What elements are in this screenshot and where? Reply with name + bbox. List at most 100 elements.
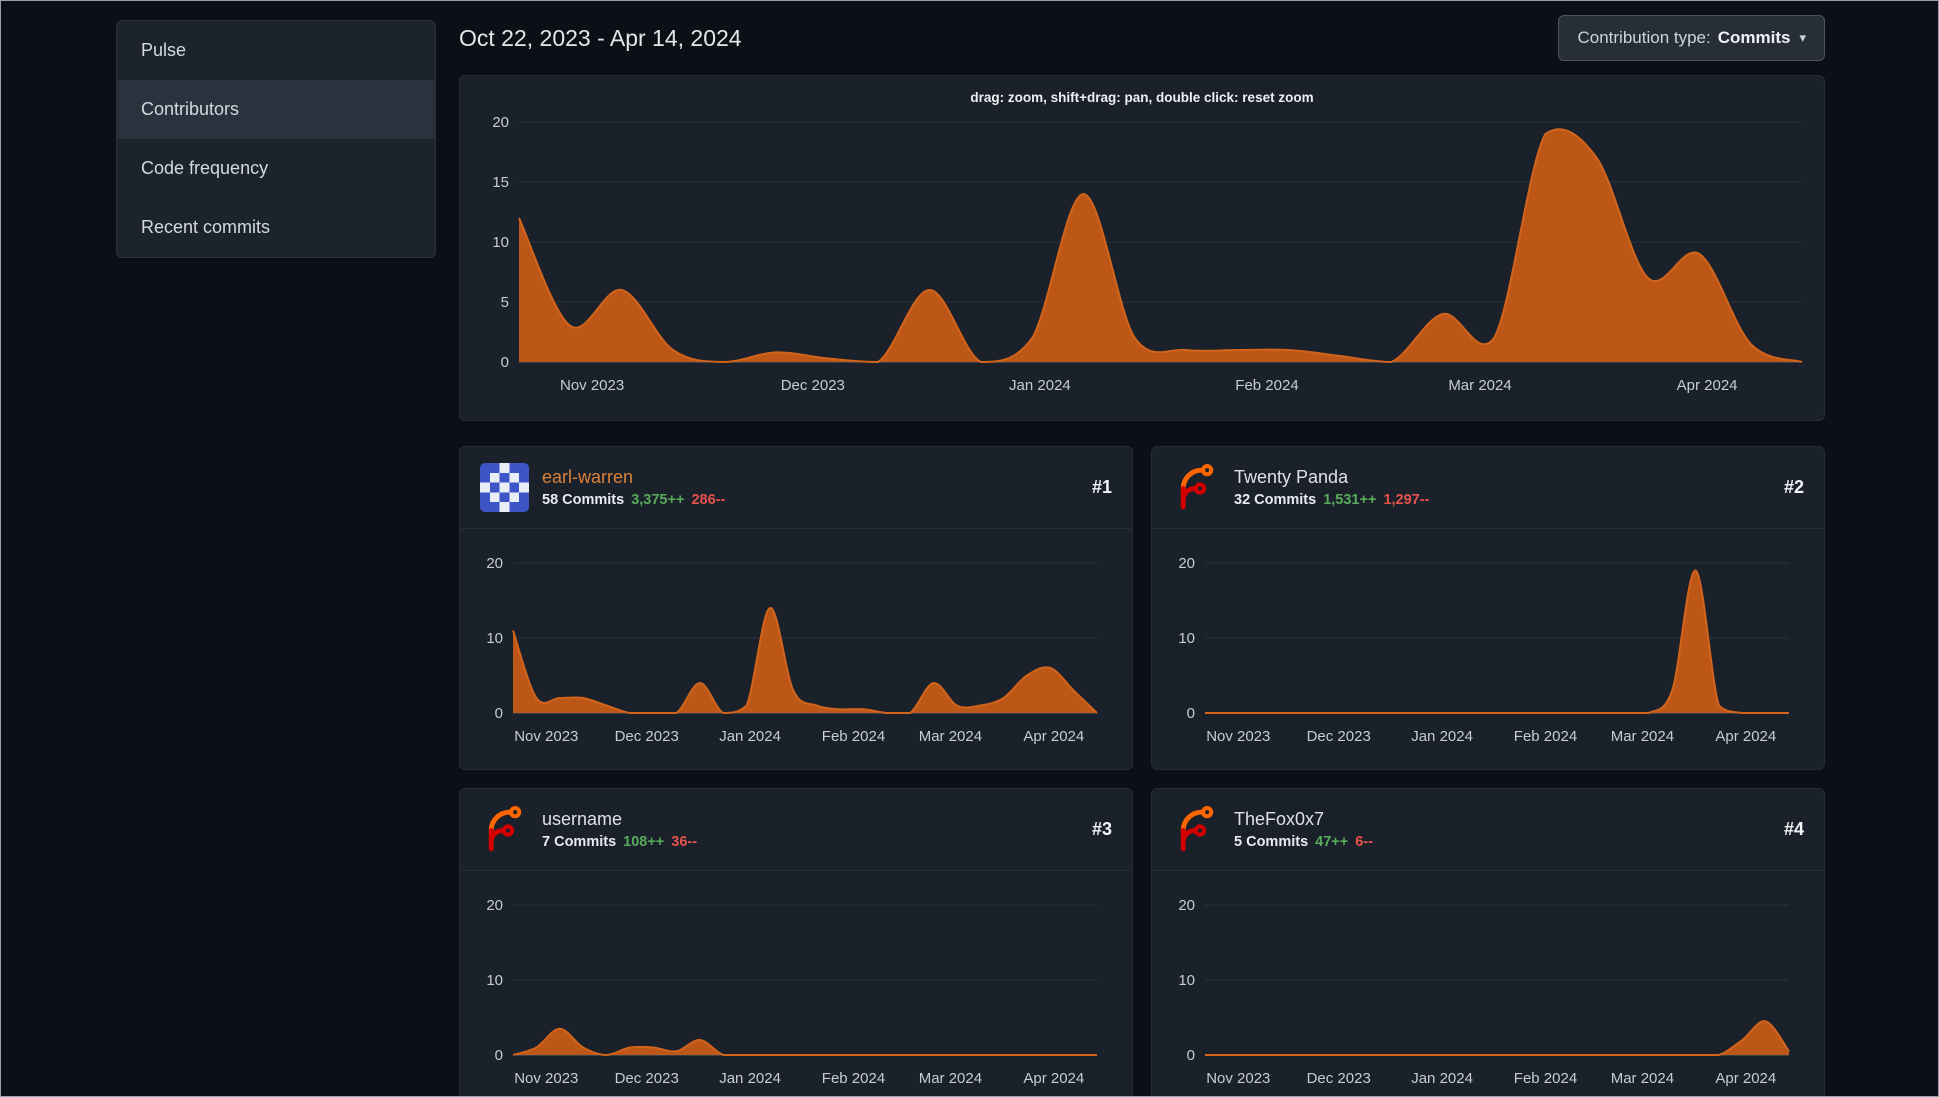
svg-text:0: 0 xyxy=(1187,705,1195,722)
contribution-type-value: Commits xyxy=(1717,28,1791,47)
contributor-identity: username 7 Commits 108++ 36-- xyxy=(542,809,697,850)
svg-text:Apr 2024: Apr 2024 xyxy=(1715,1070,1776,1087)
svg-text:10: 10 xyxy=(1178,972,1195,989)
svg-text:Feb 2024: Feb 2024 xyxy=(1514,1070,1577,1087)
svg-text:Feb 2024: Feb 2024 xyxy=(822,728,885,745)
sidebar-item-code-frequency[interactable]: Code frequency xyxy=(117,139,435,198)
rank-badge: #4 xyxy=(1783,819,1804,839)
additions-count: 47++ xyxy=(1315,834,1349,850)
repo-activity-page: Pulse Contributors Code frequency Recent… xyxy=(0,0,1939,1097)
sidebar-item-pulse[interactable]: Pulse xyxy=(117,21,435,80)
contributor-card-header: TheFox0x7 5 Commits 47++ 6-- #4 xyxy=(1152,789,1824,871)
svg-text:20: 20 xyxy=(1178,555,1195,572)
svg-text:0: 0 xyxy=(501,354,509,371)
contribution-type-dropdown[interactable]: Contribution type: Commits ▾ xyxy=(1558,15,1825,61)
svg-text:Dec 2023: Dec 2023 xyxy=(615,1070,679,1087)
svg-text:10: 10 xyxy=(486,630,503,647)
commit-count: 5 Commits xyxy=(1234,834,1309,850)
rank-badge: #2 xyxy=(1783,477,1804,497)
contributor-cards-grid: earl-warren 58 Commits 3,375++ 286-- #1 … xyxy=(459,446,1825,1096)
svg-text:20: 20 xyxy=(1178,897,1195,914)
activity-sidebar: Pulse Contributors Code frequency Recent… xyxy=(116,20,436,258)
contributor-name-link[interactable]: TheFox0x7 xyxy=(1234,809,1373,830)
commit-count: 58 Commits xyxy=(542,492,625,508)
contributor-card-username: username 7 Commits 108++ 36-- #3 0 10 20 No… xyxy=(459,788,1133,1096)
forgejo-logo-avatar[interactable] xyxy=(1172,463,1221,512)
svg-text:Nov 2023: Nov 2023 xyxy=(514,728,578,745)
chevron-down-icon: ▾ xyxy=(1799,30,1806,45)
main-content: Oct 22, 2023 - Apr 14, 2024 Contribution… xyxy=(459,1,1825,1096)
svg-text:5: 5 xyxy=(501,294,509,311)
svg-text:20: 20 xyxy=(492,116,509,131)
deletions-count: 1,297-- xyxy=(1383,492,1430,508)
additions-count: 108++ xyxy=(623,834,665,850)
svg-text:0: 0 xyxy=(1187,1047,1195,1064)
additions-count: 3,375++ xyxy=(631,492,685,508)
forgejo-logo-avatar[interactable] xyxy=(480,805,529,854)
svg-text:10: 10 xyxy=(492,234,509,251)
contributor-stats: 58 Commits 3,375++ 286-- xyxy=(542,492,725,508)
overall-activity-chart[interactable]: 0 5 10 15 20 Nov 2023 Dec 2023 Jan 2024 Feb 2024… xyxy=(460,114,1824,416)
contributor-card-header: earl-warren 58 Commits 3,375++ 286-- #1 xyxy=(460,447,1132,529)
sidebar-item-recent-commits[interactable]: Recent commits xyxy=(117,198,435,257)
contributor-chart[interactable]: 0 10 20 Nov 2023 Dec 2023 Jan 2024 Feb 2024 Mar… xyxy=(460,529,1132,769)
overall-activity-panel: drag: zoom, shift+drag: pan, double clic… xyxy=(459,75,1825,421)
svg-text:Jan 2024: Jan 2024 xyxy=(1411,1070,1473,1087)
additions-count: 1,531++ xyxy=(1323,492,1377,508)
svg-text:Nov 2023: Nov 2023 xyxy=(1206,1070,1270,1087)
svg-text:Jan 2024: Jan 2024 xyxy=(1411,728,1473,745)
contribution-type-label: Contribution type: xyxy=(1577,28,1711,47)
contributor-name-link[interactable]: Twenty Panda xyxy=(1234,467,1429,488)
contributor-chart[interactable]: 0 10 20 Nov 2023 Dec 2023 Jan 2024 Feb 2024 Mar… xyxy=(1152,529,1824,769)
rank-badge: #3 xyxy=(1091,819,1112,839)
svg-text:Mar 2024: Mar 2024 xyxy=(1448,377,1511,394)
svg-text:Mar 2024: Mar 2024 xyxy=(1611,728,1674,745)
svg-text:Dec 2023: Dec 2023 xyxy=(781,377,845,394)
svg-text:20: 20 xyxy=(486,555,503,572)
date-range-heading: Oct 22, 2023 - Apr 14, 2024 xyxy=(459,24,742,51)
contributor-name-link[interactable]: username xyxy=(542,809,697,830)
commit-count: 32 Commits xyxy=(1234,492,1317,508)
svg-text:Apr 2024: Apr 2024 xyxy=(1023,728,1084,745)
contributor-stats: 5 Commits 47++ 6-- xyxy=(1234,834,1373,850)
deletions-count: 36-- xyxy=(671,834,698,850)
contributor-identity: TheFox0x7 5 Commits 47++ 6-- xyxy=(1234,809,1373,850)
svg-text:Nov 2023: Nov 2023 xyxy=(560,377,624,394)
identicon-avatar[interactable] xyxy=(480,463,529,512)
svg-text:Mar 2024: Mar 2024 xyxy=(919,1070,982,1087)
svg-text:Apr 2024: Apr 2024 xyxy=(1677,377,1738,394)
svg-text:Apr 2024: Apr 2024 xyxy=(1715,728,1776,745)
contributor-name-link[interactable]: earl-warren xyxy=(542,467,725,488)
contributor-card-header: Twenty Panda 32 Commits 1,531++ 1,297-- … xyxy=(1152,447,1824,529)
svg-text:10: 10 xyxy=(1178,630,1195,647)
svg-text:Mar 2024: Mar 2024 xyxy=(919,728,982,745)
svg-text:10: 10 xyxy=(486,972,503,989)
deletions-count: 286-- xyxy=(691,492,726,508)
contributor-card-header: username 7 Commits 108++ 36-- #3 xyxy=(460,789,1132,871)
contributor-chart[interactable]: 0 10 20 Nov 2023 Dec 2023 Jan 2024 Feb 2024 Mar… xyxy=(460,871,1132,1096)
svg-text:Dec 2023: Dec 2023 xyxy=(615,728,679,745)
rank-badge: #1 xyxy=(1091,477,1112,497)
contributor-card-earl-warren: earl-warren 58 Commits 3,375++ 286-- #1 … xyxy=(459,446,1133,770)
contributor-card-thefox0x7: TheFox0x7 5 Commits 47++ 6-- #4 0 10 20 Nov… xyxy=(1151,788,1825,1096)
svg-text:0: 0 xyxy=(495,705,503,722)
topbar: Oct 22, 2023 - Apr 14, 2024 Contribution… xyxy=(459,1,1825,75)
svg-text:Jan 2024: Jan 2024 xyxy=(719,1070,781,1087)
svg-text:Jan 2024: Jan 2024 xyxy=(1009,377,1071,394)
sidebar-item-contributors[interactable]: Contributors xyxy=(117,80,435,139)
svg-text:Dec 2023: Dec 2023 xyxy=(1307,728,1371,745)
contributor-card-twenty-panda: Twenty Panda 32 Commits 1,531++ 1,297-- … xyxy=(1151,446,1825,770)
contributor-chart[interactable]: 0 10 20 Nov 2023 Dec 2023 Jan 2024 Feb 2024 Mar… xyxy=(1152,871,1824,1096)
contributor-stats: 7 Commits 108++ 36-- xyxy=(542,834,697,850)
svg-text:Feb 2024: Feb 2024 xyxy=(822,1070,885,1087)
forgejo-logo-avatar[interactable] xyxy=(1172,805,1221,854)
svg-text:20: 20 xyxy=(486,897,503,914)
contributor-identity: Twenty Panda 32 Commits 1,531++ 1,297-- xyxy=(1234,467,1429,508)
svg-text:15: 15 xyxy=(492,174,509,191)
svg-text:Nov 2023: Nov 2023 xyxy=(514,1070,578,1087)
svg-text:Feb 2024: Feb 2024 xyxy=(1514,728,1577,745)
deletions-count: 6-- xyxy=(1355,834,1373,850)
svg-text:Jan 2024: Jan 2024 xyxy=(719,728,781,745)
contributor-identity: earl-warren 58 Commits 3,375++ 286-- xyxy=(542,467,725,508)
svg-text:Feb 2024: Feb 2024 xyxy=(1235,377,1298,394)
